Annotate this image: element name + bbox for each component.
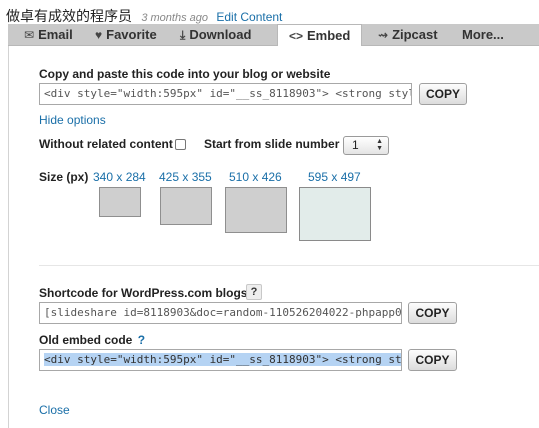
old-embed-help-link[interactable]: ? bbox=[138, 333, 145, 347]
slide-title: 做卓有成效的程序员 bbox=[6, 9, 132, 25]
download-icon: ⤓ bbox=[180, 28, 186, 42]
upload-timestamp: 3 months ago bbox=[141, 12, 208, 24]
size-option-340[interactable]: 340 x 284 bbox=[93, 170, 146, 184]
without-related-label: Without related content bbox=[39, 137, 173, 151]
envelope-icon: ✉ bbox=[24, 28, 35, 42]
copy-wordpress-button[interactable]: COPY bbox=[408, 302, 457, 324]
heart-icon: ♥ bbox=[95, 28, 103, 42]
size-preview-425[interactable] bbox=[160, 187, 212, 225]
hide-options-link[interactable]: Hide options bbox=[39, 113, 106, 127]
size-preview-595[interactable] bbox=[299, 187, 371, 241]
size-preview-510[interactable] bbox=[225, 187, 287, 233]
start-slide-select[interactable]: 1 ▲ ▼ bbox=[343, 136, 389, 155]
embed-code-field[interactable]: <div style="width:595px" id="__ss_811890… bbox=[39, 83, 412, 105]
copy-embed-button[interactable]: COPY bbox=[419, 83, 467, 105]
old-embed-label: Old embed code ? bbox=[39, 333, 145, 347]
embed-panel: Copy and paste this code into your blog … bbox=[8, 46, 539, 428]
without-related-checkbox[interactable] bbox=[175, 139, 186, 150]
wordpress-help-button[interactable]: ? bbox=[246, 284, 262, 300]
tab-favorite[interactable]: ♥ Favorite bbox=[95, 24, 157, 46]
action-tab-bar: ✉ Email ♥ Favorite ⤓ Download <> Embed ⇝ Zipc… bbox=[8, 24, 539, 47]
section-divider bbox=[39, 265, 539, 266]
copy-old-embed-button[interactable]: COPY bbox=[408, 349, 457, 371]
stepper-arrows-icon: ▲ ▼ bbox=[376, 138, 383, 152]
tab-zipcast-label: Zipcast bbox=[392, 27, 438, 42]
wordpress-label: Shortcode for WordPress.com blogs bbox=[39, 286, 248, 300]
size-option-510[interactable]: 510 x 426 bbox=[229, 170, 282, 184]
tab-embed-label: Embed bbox=[307, 28, 351, 43]
old-embed-code-field[interactable]: <div style="width:595px" id="__ss_811890… bbox=[39, 349, 402, 371]
code-icon: <> bbox=[289, 29, 304, 43]
start-slide-label: Start from slide number bbox=[204, 137, 340, 151]
old-embed-label-text: Old embed code bbox=[39, 333, 133, 347]
tab-download-label: Download bbox=[189, 27, 252, 42]
tab-embed[interactable]: <> Embed bbox=[277, 24, 363, 47]
tab-zipcast[interactable]: ⇝ Zipcast bbox=[378, 24, 438, 46]
tab-email-label: Email bbox=[38, 27, 73, 42]
tab-download[interactable]: ⤓ Download bbox=[180, 24, 251, 46]
tab-email[interactable]: ✉ Email bbox=[24, 24, 73, 46]
old-embed-code-text: <div style="width:595px" id="__ss_811890… bbox=[44, 353, 401, 366]
start-slide-value: 1 bbox=[352, 138, 359, 152]
tab-more-label: More... bbox=[462, 27, 504, 42]
close-link[interactable]: Close bbox=[39, 403, 70, 417]
size-label: Size (px) bbox=[39, 170, 89, 184]
size-preview-340[interactable] bbox=[99, 187, 141, 217]
embed-instruction: Copy and paste this code into your blog … bbox=[39, 67, 331, 81]
size-option-425[interactable]: 425 x 355 bbox=[159, 170, 212, 184]
edit-content-link[interactable]: Edit Content bbox=[216, 10, 282, 24]
tab-favorite-label: Favorite bbox=[106, 27, 157, 42]
zipcast-icon: ⇝ bbox=[378, 28, 389, 42]
slide-header: 做卓有成效的程序员 3 months ago Edit Content bbox=[6, 6, 282, 25]
wordpress-shortcode-field[interactable]: [slideshare id=8118903&doc=random-110526… bbox=[39, 302, 402, 324]
size-option-595[interactable]: 595 x 497 bbox=[308, 170, 361, 184]
tab-more[interactable]: More... bbox=[462, 24, 504, 46]
